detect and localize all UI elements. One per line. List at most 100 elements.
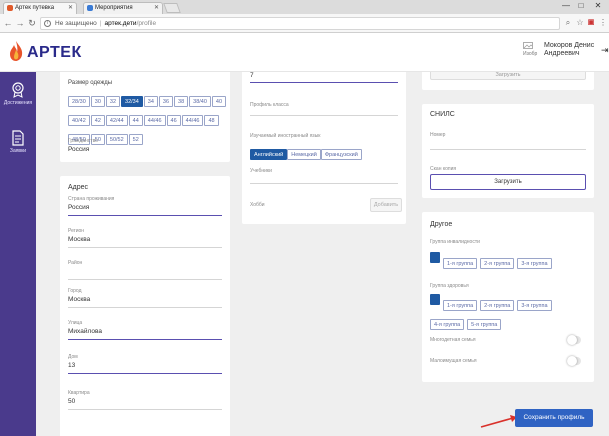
size-option[interactable]: 38/40 [189, 96, 211, 107]
size-option[interactable]: 38 [174, 96, 189, 107]
address-field-value: Москва [68, 296, 91, 303]
upload-button-top[interactable]: Загрузить [430, 72, 586, 80]
new-tab-button[interactable] [163, 3, 181, 13]
snils-card: СНИЛС Номер Скан копия Загрузить [422, 104, 594, 198]
languages-label: Изучаемый иностранный язык [250, 133, 321, 139]
size-option[interactable]: 44/46 [143, 115, 166, 126]
address-field-value: Москва [68, 236, 91, 243]
browser-tabbar: Артек путевка ✕ Мероприятия ✕ — □ ✕ [0, 0, 609, 14]
citizenship-field[interactable]: Гражданство Россия [68, 138, 222, 153]
size-option[interactable]: 46 [166, 115, 181, 126]
textbooks-label: Учебники [250, 168, 272, 174]
class-profile-label: Профиль класса [250, 102, 289, 108]
address-host: артек.дети [104, 20, 137, 27]
citizenship-value: Россия [68, 146, 90, 153]
size-option[interactable]: 48 [204, 115, 219, 126]
user-avatar[interactable]: Изобр [523, 42, 541, 58]
tab-title: Мероприятия [95, 5, 133, 11]
size-option[interactable]: 42 [90, 115, 105, 126]
large-family-toggle[interactable] [567, 335, 581, 345]
address-field-value: Россия [68, 204, 90, 211]
grade-field[interactable]: 7 [250, 72, 398, 83]
save-profile-button[interactable]: Сохранить профиль [515, 409, 593, 427]
size-option[interactable]: 40/42 [68, 115, 90, 126]
logout-icon[interactable]: ⇥ [601, 45, 609, 56]
class-profile-field[interactable]: Профиль класса [250, 98, 398, 116]
health-group-option[interactable]: 3-я группа [517, 300, 552, 311]
browser-tab-artek[interactable]: Артек путевка ✕ [3, 2, 77, 14]
health-group-option[interactable]: 5-я группа [467, 319, 502, 330]
address-field-label: Район [68, 260, 83, 266]
address-bar[interactable]: i Не защищено | артек.дети/profile [40, 17, 560, 30]
low-income-label: Малоимущая семья [430, 358, 477, 364]
address-field[interactable]: Район [68, 260, 222, 280]
forward-icon[interactable]: → [15, 17, 25, 29]
size-option[interactable]: 28/30 [68, 96, 90, 107]
extension-icon[interactable]: ▣ [586, 17, 596, 29]
grade-value: 7 [250, 72, 254, 79]
user-name[interactable]: Мокоров Денис Андреевич [544, 42, 599, 58]
language-option[interactable]: Английский [250, 149, 288, 160]
zoom-icon[interactable]: ⌕ [563, 17, 573, 29]
size-option[interactable]: 36 [158, 96, 174, 107]
info-icon[interactable]: i [44, 20, 51, 27]
sidebar-item-applications[interactable]: Заявки [0, 130, 36, 154]
size-option[interactable]: 40 [211, 96, 227, 107]
document-icon [12, 130, 24, 146]
snils-title: СНИЛС [430, 111, 455, 118]
health-group-option[interactable]: 1-я группа [443, 300, 478, 311]
size-option[interactable]: 44 [128, 115, 143, 126]
minimize-icon[interactable]: — [560, 0, 572, 12]
disability-group-option[interactable] [430, 252, 440, 263]
language-option[interactable]: Французский [320, 149, 362, 160]
disability-group-option[interactable]: 2-я группа [480, 258, 515, 269]
clothing-size-label: Размер одежды [68, 80, 113, 86]
disability-group-options: 1-я группа 2-я группа 3-я группа [430, 252, 590, 271]
broken-image-icon [523, 42, 533, 49]
address-field[interactable]: Квартира 50 [68, 390, 222, 410]
address-field-value: 50 [68, 398, 76, 405]
size-option[interactable]: 30 [90, 96, 105, 107]
address-field-label: Город [68, 288, 82, 294]
address-separator: | [99, 20, 102, 27]
address-field-label: Дом [68, 354, 78, 360]
low-income-toggle[interactable] [567, 356, 581, 366]
address-field[interactable]: Улица Михайлова [68, 320, 222, 340]
address-field[interactable]: Регион Москва [68, 228, 222, 248]
medal-icon [12, 82, 24, 98]
logo-text[interactable]: АРТЕК [27, 44, 82, 62]
language-option[interactable]: Немецкий [287, 149, 321, 160]
textbooks-field[interactable]: Учебники [250, 168, 398, 184]
reload-icon[interactable]: ↻ [27, 17, 37, 29]
size-option[interactable]: 32 [105, 96, 121, 107]
menu-icon[interactable]: ⋮ [598, 17, 608, 29]
size-option[interactable]: 42/44 [105, 115, 128, 126]
size-option[interactable]: 44/46 [181, 115, 204, 126]
size-option[interactable]: 32/34 [121, 96, 143, 107]
study-card: 7 Профиль класса Изучаемый иностранный я… [242, 72, 406, 224]
browser-tab-events[interactable]: Мероприятия ✕ [83, 2, 163, 14]
tab-close-icon[interactable]: ✕ [68, 3, 73, 14]
health-group-option[interactable]: 2-я группа [480, 300, 515, 311]
size-option[interactable]: 34 [143, 96, 158, 107]
health-group-option[interactable] [430, 294, 440, 305]
address-field[interactable]: Город Москва [68, 288, 222, 308]
add-hobby-button[interactable]: Добавить [370, 198, 402, 212]
disability-group-option[interactable]: 3-я группа [517, 258, 552, 269]
address-field-value: Михайлова [68, 328, 102, 335]
back-icon[interactable]: ← [3, 17, 13, 29]
sidebar-item-achievements[interactable]: Достижения [0, 82, 36, 106]
address-field[interactable]: Дом 13 [68, 354, 222, 374]
health-group-option[interactable]: 4-я группа [430, 319, 465, 330]
tab-close-icon[interactable]: ✕ [154, 3, 159, 14]
disability-group-option[interactable]: 1-я группа [443, 258, 478, 269]
address-field[interactable]: Страна проживания Россия [68, 196, 222, 216]
close-window-icon[interactable]: ✕ [592, 0, 604, 12]
artek-logo-icon[interactable] [8, 40, 24, 62]
citizenship-label: Гражданство [68, 138, 98, 144]
maximize-icon[interactable]: □ [575, 0, 587, 12]
upload-scan-button[interactable]: Загрузить [430, 174, 586, 190]
snils-number-field[interactable]: Номер [430, 132, 586, 150]
health-group-options: 1-я группа 2-я группа 3-я группа 4-я группа… [430, 294, 590, 332]
bookmark-star-icon[interactable]: ☆ [575, 17, 585, 29]
